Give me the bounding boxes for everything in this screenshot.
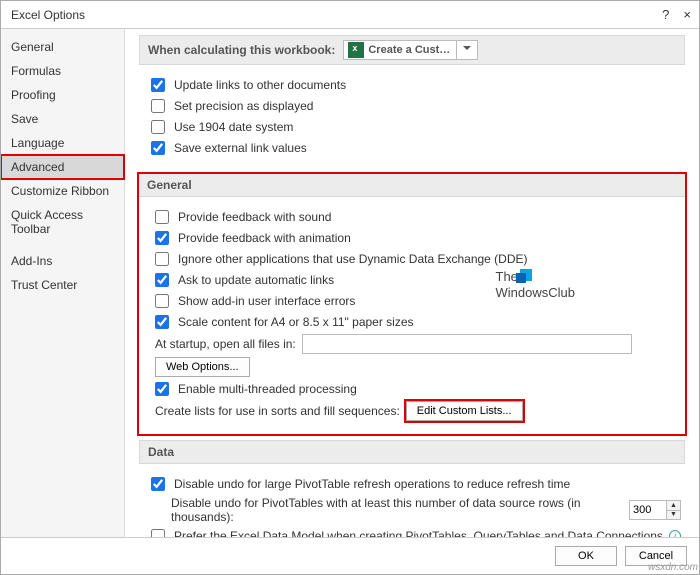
lbl-startup-path: At startup, open all files in:	[155, 337, 296, 351]
lbl-update-links: Update links to other documents	[174, 78, 346, 92]
lbl-feedback-anim: Provide feedback with animation	[178, 231, 351, 245]
chk-set-precision[interactable]	[151, 99, 165, 113]
spin-down-icon[interactable]: ▼	[667, 511, 680, 520]
lbl-show-addin-err: Show add-in user interface errors	[178, 294, 355, 308]
spin-up-icon[interactable]: ▲	[667, 501, 680, 511]
chk-ignore-dde[interactable]	[155, 252, 169, 266]
chk-save-external[interactable]	[151, 141, 165, 155]
chk-ask-update[interactable]	[155, 273, 169, 287]
sidebar: General Formulas Proofing Save Language …	[1, 29, 125, 537]
dialog-footer: OK Cancel	[1, 537, 699, 574]
edit-custom-lists-button[interactable]: Edit Custom Lists...	[406, 401, 523, 421]
lbl-pivot-threshold: Disable undo for PivotTables with at lea…	[171, 496, 623, 524]
sidebar-item-quick-access[interactable]: Quick Access Toolbar	[1, 203, 124, 241]
dropdown-value: Create a Custom Li...	[368, 44, 456, 56]
sidebar-item-trust-center[interactable]: Trust Center	[1, 273, 124, 297]
window-title: Excel Options	[11, 8, 85, 22]
workbook-dropdown[interactable]: Create a Custom Li...	[343, 40, 478, 60]
lbl-use-1904: Use 1904 date system	[174, 120, 293, 134]
startup-path-input[interactable]	[302, 334, 632, 354]
lbl-ignore-dde: Ignore other applications that use Dynam…	[178, 252, 528, 266]
sidebar-item-language[interactable]: Language	[1, 131, 124, 155]
sidebar-item-addins[interactable]: Add-Ins	[1, 249, 124, 273]
lbl-ask-update: Ask to update automatic links	[178, 273, 334, 287]
sidebar-item-proofing[interactable]: Proofing	[1, 83, 124, 107]
sidebar-item-save[interactable]: Save	[1, 107, 124, 131]
sidebar-item-general[interactable]: General	[1, 35, 124, 59]
chevron-down-icon	[456, 41, 477, 59]
calc-header-label: When calculating this workbook:	[148, 43, 335, 57]
sidebar-item-advanced[interactable]: Advanced	[1, 155, 124, 179]
lbl-create-lists: Create lists for use in sorts and fill s…	[155, 404, 400, 418]
lbl-disable-undo-pivot: Disable undo for large PivotTable refres…	[174, 477, 570, 491]
section-calc-header: When calculating this workbook: Create a…	[139, 35, 685, 65]
lbl-scale-content: Scale content for A4 or 8.5 x 11" paper …	[178, 315, 414, 329]
chk-update-links[interactable]	[151, 78, 165, 92]
chk-feedback-sound[interactable]	[155, 210, 169, 224]
pivot-threshold-input[interactable]	[629, 500, 667, 520]
lbl-set-precision: Set precision as displayed	[174, 99, 313, 113]
close-icon[interactable]: ×	[683, 7, 691, 22]
info-icon[interactable]: i	[669, 530, 681, 537]
content-pane: When calculating this workbook: Create a…	[125, 29, 699, 537]
chk-enable-mt[interactable]	[155, 382, 169, 396]
lbl-prefer-model: Prefer the Excel Data Model when creatin…	[174, 529, 663, 537]
lbl-save-external: Save external link values	[174, 141, 307, 155]
source-watermark: wsxdn.com	[648, 562, 698, 573]
chk-feedback-anim[interactable]	[155, 231, 169, 245]
chk-use-1904[interactable]	[151, 120, 165, 134]
section-general-header: General	[139, 174, 685, 197]
section-general: General The WindowsClub Provide feedback…	[139, 174, 685, 434]
sidebar-item-formulas[interactable]: Formulas	[1, 59, 124, 83]
excel-file-icon	[348, 42, 364, 58]
help-icon[interactable]: ?	[662, 7, 669, 22]
titlebar: Excel Options ? ×	[1, 1, 699, 29]
chk-scale-content[interactable]	[155, 315, 169, 329]
section-data-header: Data	[139, 440, 685, 464]
chk-disable-undo-pivot[interactable]	[151, 477, 165, 491]
lbl-feedback-sound: Provide feedback with sound	[178, 210, 331, 224]
lbl-enable-mt: Enable multi-threaded processing	[178, 382, 357, 396]
ok-button[interactable]: OK	[555, 546, 617, 566]
chk-prefer-model[interactable]	[151, 529, 165, 537]
excel-options-dialog: Excel Options ? × General Formulas Proof…	[0, 0, 700, 575]
sidebar-item-customize-ribbon[interactable]: Customize Ribbon	[1, 179, 124, 203]
pivot-threshold-spinner[interactable]: ▲▼	[629, 500, 681, 520]
web-options-button[interactable]: Web Options...	[155, 357, 250, 377]
chk-show-addin-err[interactable]	[155, 294, 169, 308]
